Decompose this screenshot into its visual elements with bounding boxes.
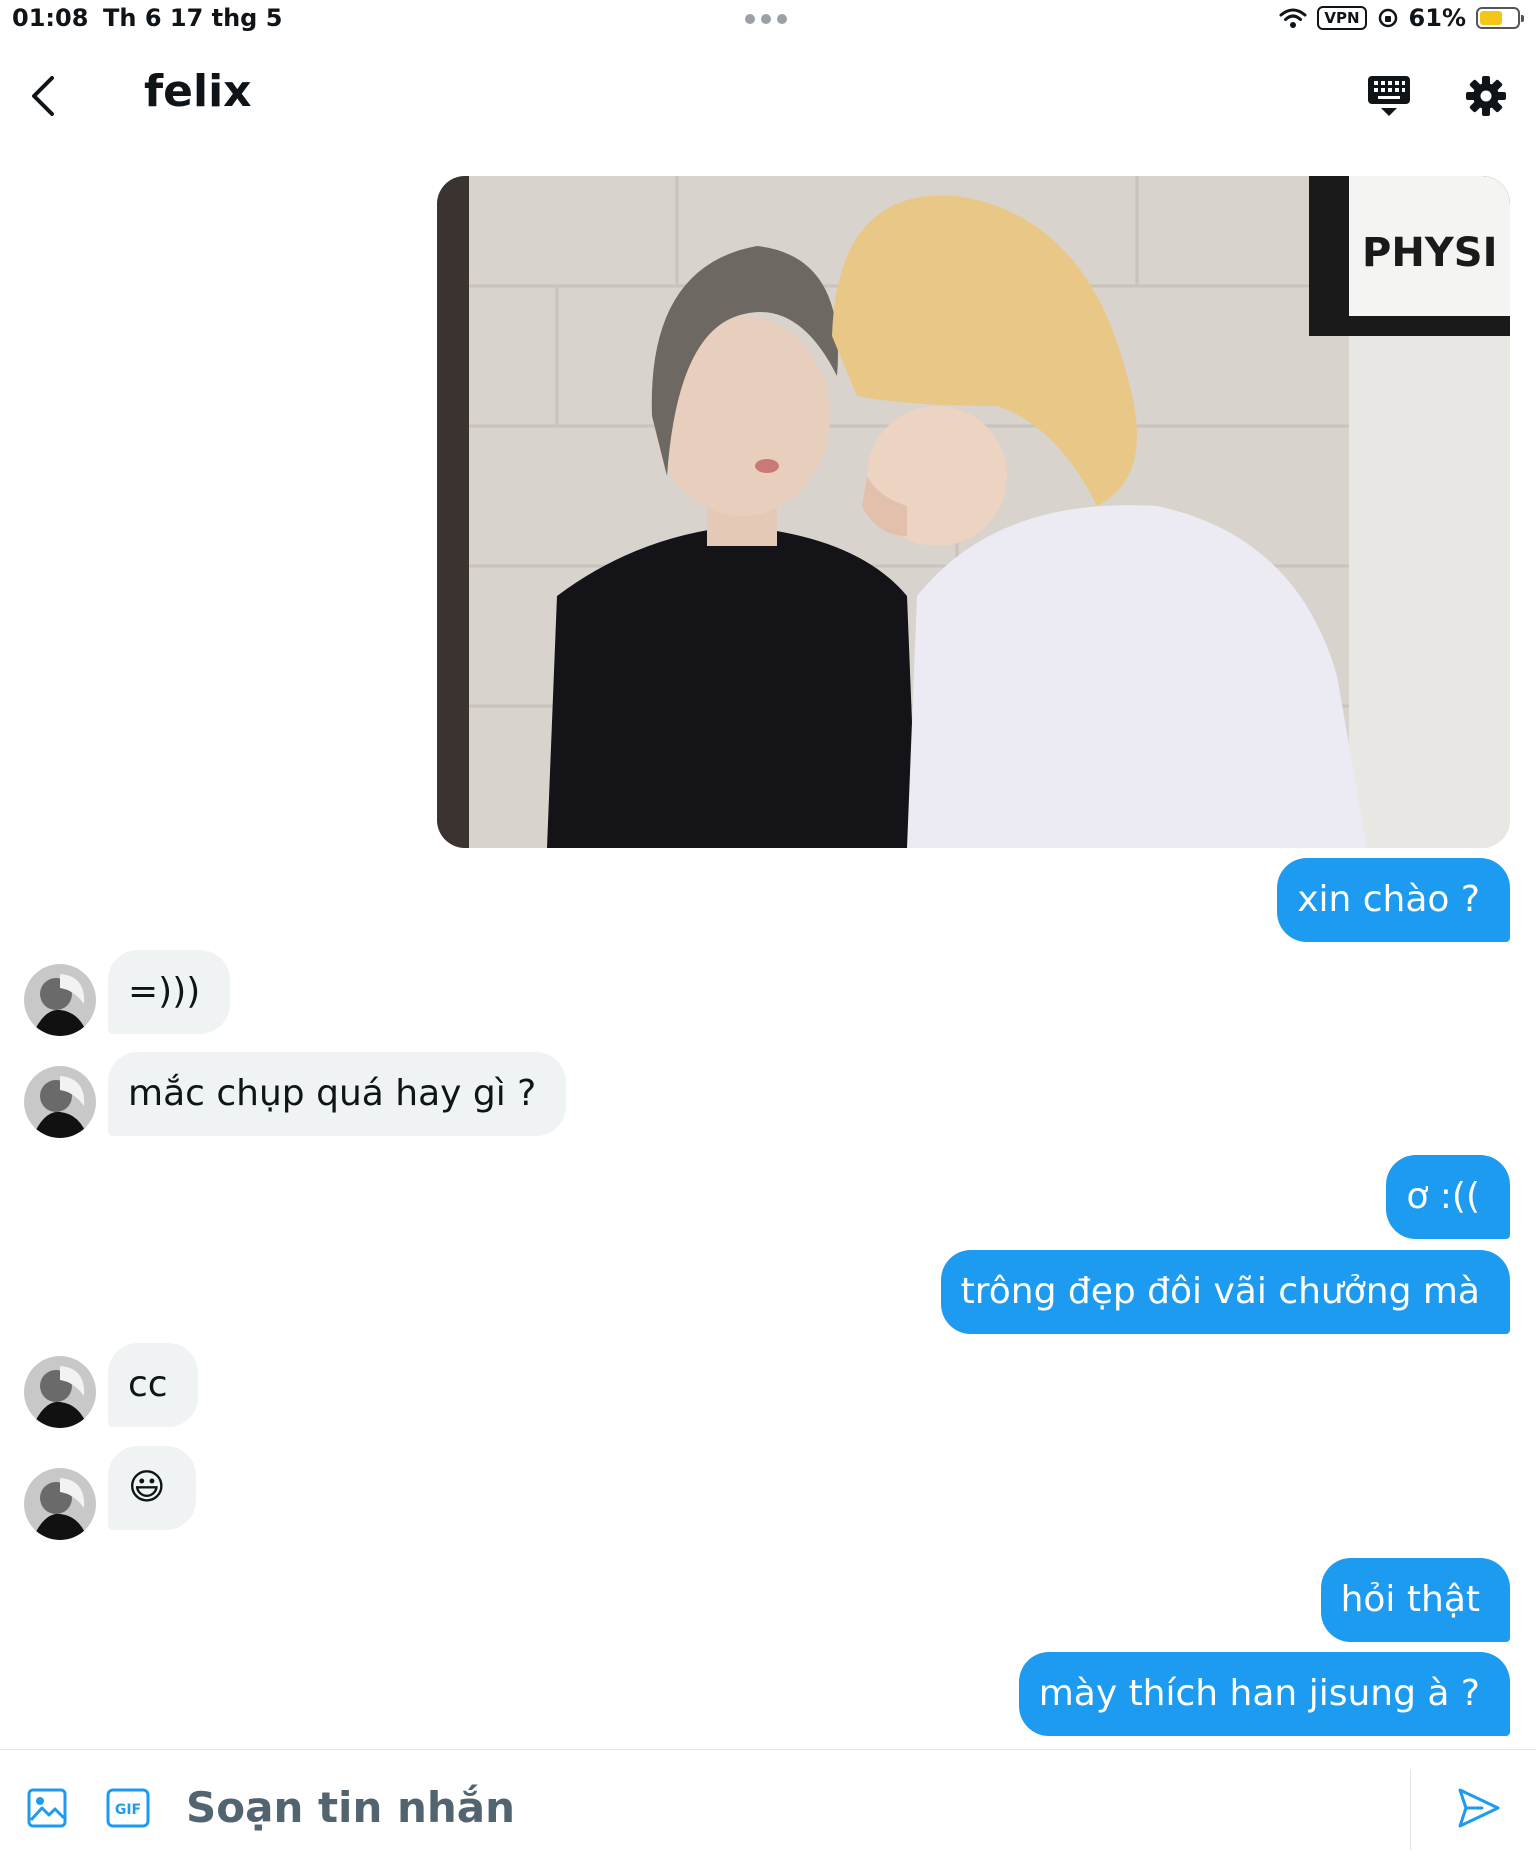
battery-icon bbox=[1476, 7, 1524, 29]
keyboard-icon[interactable] bbox=[1366, 72, 1412, 120]
photo-sign-text: PHYSI bbox=[1362, 230, 1497, 276]
settings-gear-icon[interactable] bbox=[1462, 72, 1510, 120]
message-bubble-incoming[interactable]: =))) bbox=[108, 950, 231, 1034]
back-arrow-icon[interactable] bbox=[22, 70, 66, 122]
message-bubble-outgoing[interactable]: mày thích han jisung à ? bbox=[1018, 1652, 1510, 1736]
status-indicators: VPN 61% bbox=[1279, 4, 1524, 32]
vpn-badge: VPN bbox=[1317, 6, 1367, 30]
battery-percent: 61% bbox=[1408, 4, 1466, 32]
image-icon[interactable] bbox=[27, 1788, 67, 1828]
message-bubble-outgoing[interactable]: hỏi thật bbox=[1320, 1558, 1510, 1642]
gif-button[interactable]: GIF bbox=[106, 1788, 150, 1828]
message-bubble-incoming[interactable]: mắc chụp quá hay gì ? bbox=[108, 1052, 567, 1136]
gif-icon: GIF bbox=[106, 1788, 150, 1828]
message-bubble-outgoing[interactable]: xin chào ? bbox=[1277, 858, 1510, 942]
message-bubble-outgoing[interactable]: trông đẹp đôi vãi chưởng mà bbox=[940, 1250, 1510, 1334]
message-composer: GIF bbox=[0, 1749, 1536, 1855]
send-icon[interactable] bbox=[1456, 1786, 1502, 1830]
wifi-icon bbox=[1279, 8, 1307, 28]
conversation-header: felix bbox=[0, 52, 1536, 138]
status-bar: 01:08 Th 6 17 thg 5 VPN 61% bbox=[0, 0, 1536, 40]
avatar[interactable] bbox=[24, 1356, 96, 1428]
message-bubble-outgoing[interactable]: ơ :(( bbox=[1386, 1155, 1510, 1239]
message-bubble-incoming[interactable]: 😃 bbox=[108, 1446, 196, 1530]
avatar[interactable] bbox=[24, 1468, 96, 1540]
status-time: 01:08 bbox=[12, 4, 89, 32]
message-input[interactable] bbox=[184, 1776, 1388, 1838]
avatar[interactable] bbox=[24, 964, 96, 1036]
photo-message[interactable]: PHYSI bbox=[437, 176, 1510, 848]
battery-fill bbox=[1480, 11, 1502, 25]
orientation-lock-icon bbox=[1378, 8, 1397, 28]
status-date: Th 6 17 thg 5 bbox=[103, 4, 283, 32]
multitasking-dots-icon[interactable] bbox=[745, 14, 787, 24]
conversation-title[interactable]: felix bbox=[144, 66, 252, 117]
avatar[interactable] bbox=[24, 1066, 96, 1138]
photo-image: PHYSI bbox=[437, 176, 1510, 848]
gif-label: GIF bbox=[115, 1802, 141, 1818]
message-bubble-incoming[interactable]: cc bbox=[108, 1343, 198, 1427]
composer-divider bbox=[1410, 1770, 1411, 1850]
